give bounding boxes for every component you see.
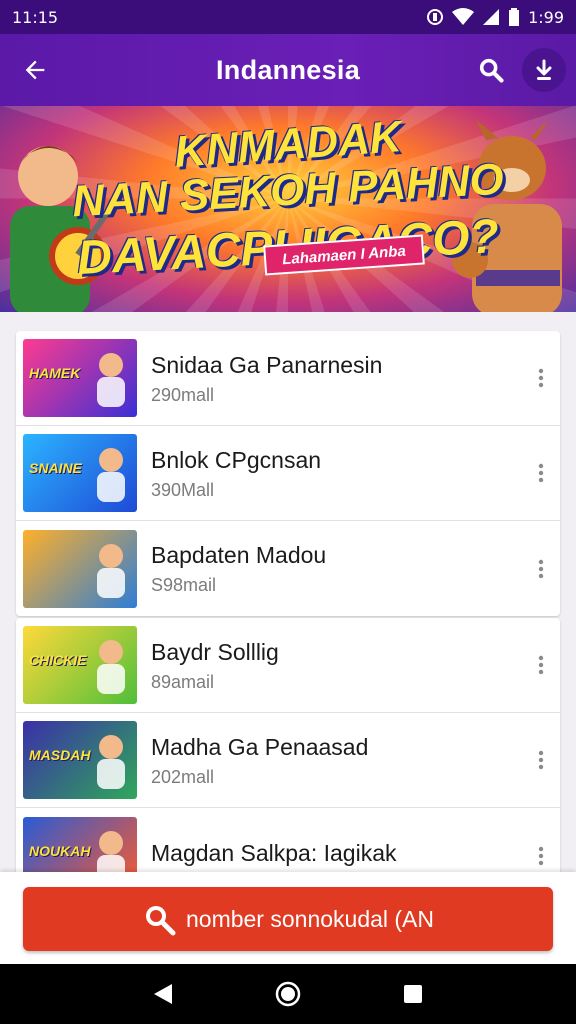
wifi-icon	[452, 8, 475, 25]
item-subtitle: 89amail	[151, 671, 215, 692]
search-icon	[479, 58, 504, 83]
thumbnail-character	[97, 640, 125, 694]
item-subtitle: 290mall	[151, 384, 215, 405]
screen: 11:15 1:99 Indannesia KNMADAK NAN SEKOH …	[0, 0, 576, 1024]
thumbnail-character	[97, 735, 125, 789]
status-icons	[426, 8, 520, 26]
thumbnail-text: SNAINE	[29, 460, 82, 476]
item-title: Baydr Solllig	[151, 638, 279, 665]
item-title: Bapdaten Madou	[151, 542, 327, 568]
thumbnail-character	[97, 543, 125, 598]
status-clock: 1:99	[528, 7, 564, 27]
item-title: Madha Ga Penaasad	[151, 733, 369, 760]
thumbnail-character	[97, 448, 125, 502]
cta-label: nomber sonnokudal (AN	[185, 905, 435, 932]
page-title: Indannesia	[215, 54, 361, 85]
app-bar: Indannesia	[0, 34, 576, 106]
download-icon	[536, 59, 552, 80]
list-item[interactable]: SNAINE Bnlok CPgcnsan 390Mall	[16, 426, 560, 521]
more-options-button[interactable]	[522, 645, 560, 685]
cta-button[interactable]: nomber sonnokudal (AN	[23, 887, 553, 951]
more-options-button[interactable]	[522, 836, 560, 876]
thumbnail-character	[97, 353, 125, 407]
more-vert-icon	[538, 559, 544, 578]
list-item[interactable]: CHICKIE Baydr Solllig 89amail	[16, 618, 560, 713]
list-item[interactable]: HAMEK Snidaa Ga Panarnesin 290mall	[16, 331, 560, 426]
item-subtitle: 202mall	[151, 766, 215, 787]
nav-recents-icon	[404, 985, 423, 1003]
back-button[interactable]	[0, 34, 70, 106]
item-meta: Snidaa Ga Panarnesin 290mall	[137, 351, 522, 406]
more-vert-icon	[538, 846, 544, 865]
thumbnail-text: MASDAH	[29, 747, 91, 763]
app-thumbnail: MASDAH	[23, 721, 137, 799]
search-button[interactable]	[466, 34, 516, 106]
list-item[interactable]: Bapdaten Madou S98mail	[16, 521, 560, 616]
thumbnail-text: HAMEK	[29, 365, 81, 381]
app-list-card: CHICKIE Baydr Solllig 89amail MASDAH Madha G…	[16, 618, 560, 903]
item-title: Magdan Salkpa: Iagikak	[151, 839, 397, 866]
download-button[interactable]	[522, 48, 566, 92]
more-vert-icon	[538, 368, 544, 388]
nav-back-button[interactable]	[143, 974, 183, 1014]
app-thumbnail: HAMEK	[23, 339, 137, 417]
notification-icon	[427, 9, 444, 25]
more-options-button[interactable]	[522, 740, 560, 780]
promo-banner[interactable]: KNMADAK NAN SEKOH PAHNO DAVACPI IIGACO? …	[0, 106, 576, 312]
status-time: 11:15	[12, 7, 59, 27]
more-options-button[interactable]	[522, 453, 560, 493]
item-subtitle: S98mail	[151, 575, 217, 595]
more-options-button[interactable]	[522, 358, 560, 398]
action-bar: nomber sonnokudal (AN	[0, 872, 576, 964]
app-list-card: HAMEK Snidaa Ga Panarnesin 290mall SNAINE Bn…	[16, 331, 560, 616]
more-vert-icon	[538, 750, 544, 770]
thumbnail-text: NOUKAH	[29, 842, 91, 859]
search-icon	[142, 902, 176, 936]
nav-back-icon	[153, 984, 172, 1004]
item-meta: Bnlok CPgcnsan 390Mall	[137, 446, 522, 501]
item-meta: Magdan Salkpa: Iagikak	[137, 839, 522, 873]
app-thumbnail: SNAINE	[23, 434, 137, 512]
item-title: Bnlok CPgcnsan	[151, 446, 322, 473]
app-thumbnail	[23, 529, 137, 608]
more-vert-icon	[538, 463, 544, 483]
more-options-button[interactable]	[522, 549, 560, 589]
status-bar: 11:15 1:99	[0, 0, 576, 34]
item-subtitle: 390Mall	[151, 479, 215, 500]
nav-recents-button[interactable]	[393, 974, 433, 1014]
nav-home-button[interactable]	[268, 974, 308, 1014]
item-meta: Madha Ga Penaasad 202mall	[137, 733, 522, 788]
app-thumbnail: CHICKIE	[23, 626, 137, 704]
nav-home-icon	[275, 981, 301, 1007]
item-title: Snidaa Ga Panarnesin	[151, 351, 383, 378]
item-meta: Baydr Solllig 89amail	[137, 638, 522, 693]
list-item[interactable]: MASDAH Madha Ga Penaasad 202mall	[16, 713, 560, 808]
signal-icon	[483, 9, 500, 25]
thumbnail-text: CHICKIE	[29, 652, 87, 668]
system-nav-bar	[0, 964, 576, 1024]
back-arrow-icon	[25, 60, 45, 80]
battery-icon	[509, 8, 520, 26]
item-meta: Bapdaten Madou S98mail	[137, 541, 522, 596]
more-vert-icon	[538, 655, 544, 675]
